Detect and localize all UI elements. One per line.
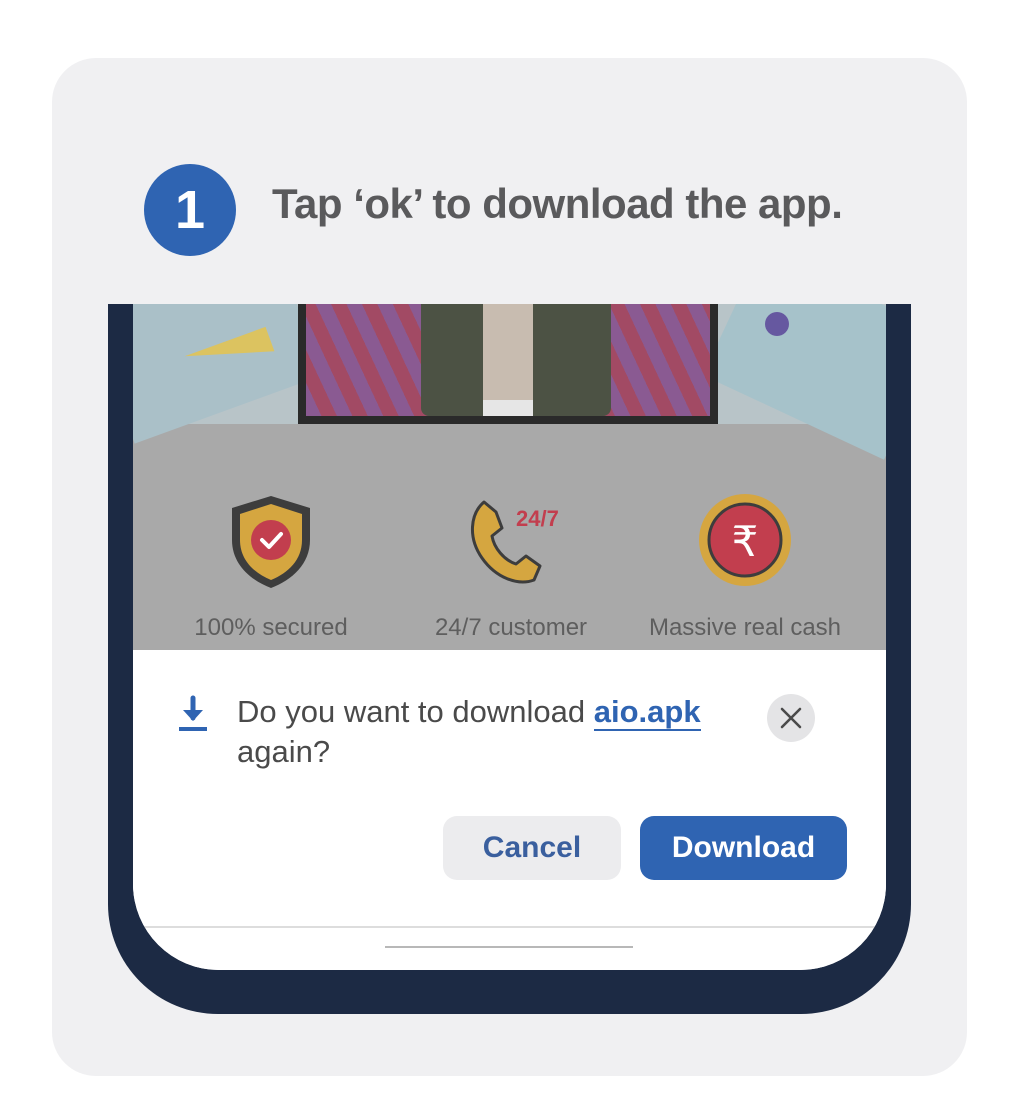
banner-background <box>133 304 886 460</box>
feature-support: 24/7 24/7 customer <box>391 424 631 650</box>
feature-label: Massive real cash <box>648 614 842 641</box>
feature-cash: ₹ Massive real cash <box>625 424 865 650</box>
step-number-badge: 1 <box>144 164 236 256</box>
promo-banner: 100% secured 24/7 24/7 customer ₹ Massiv… <box>133 304 886 650</box>
download-button[interactable]: Download <box>640 816 847 880</box>
download-icon <box>179 695 207 731</box>
promo-poster <box>298 304 718 424</box>
feature-label: 100% secured <box>194 614 348 641</box>
step-title: Tap ‘ok’ to download the app. <box>272 180 843 227</box>
instruction-card: 1 Tap ‘ok’ to download the app. 100% sec… <box>52 58 967 1076</box>
phone-frame: 100% secured 24/7 24/7 customer ₹ Massiv… <box>108 304 911 1014</box>
rupee-symbol: ₹ <box>732 517 759 566</box>
home-indicator[interactable] <box>385 946 633 948</box>
message-prefix: Do you want to download <box>237 694 594 729</box>
rupee-coin-icon: ₹ <box>699 494 791 586</box>
close-icon <box>780 707 802 729</box>
dialog-message: Do you want to download aio.apk again? <box>237 692 737 772</box>
file-name-link[interactable]: aio.apk <box>593 694 701 731</box>
dialog-divider <box>133 926 886 928</box>
support-badge-text: 24/7 <box>516 506 559 531</box>
person-shirt <box>483 304 533 408</box>
feature-label: 24/7 customer <box>434 614 588 641</box>
phone-24-7-icon: 24/7 <box>470 500 559 584</box>
person-shirt-hem <box>483 400 533 416</box>
message-suffix: again? <box>237 734 331 769</box>
close-button[interactable] <box>767 694 815 742</box>
download-dialog: Do you want to download aio.apk again? C… <box>133 650 886 970</box>
decor-dot <box>765 312 789 336</box>
feature-row: 100% secured 24/7 24/7 customer ₹ Massiv… <box>133 424 886 650</box>
shield-check-icon <box>232 496 310 588</box>
poster-rays <box>306 304 710 416</box>
phone-screen: 100% secured 24/7 24/7 customer ₹ Massiv… <box>133 304 886 970</box>
cancel-button[interactable]: Cancel <box>443 816 621 880</box>
feature-secured: 100% secured <box>151 424 391 650</box>
person-image <box>421 304 611 416</box>
